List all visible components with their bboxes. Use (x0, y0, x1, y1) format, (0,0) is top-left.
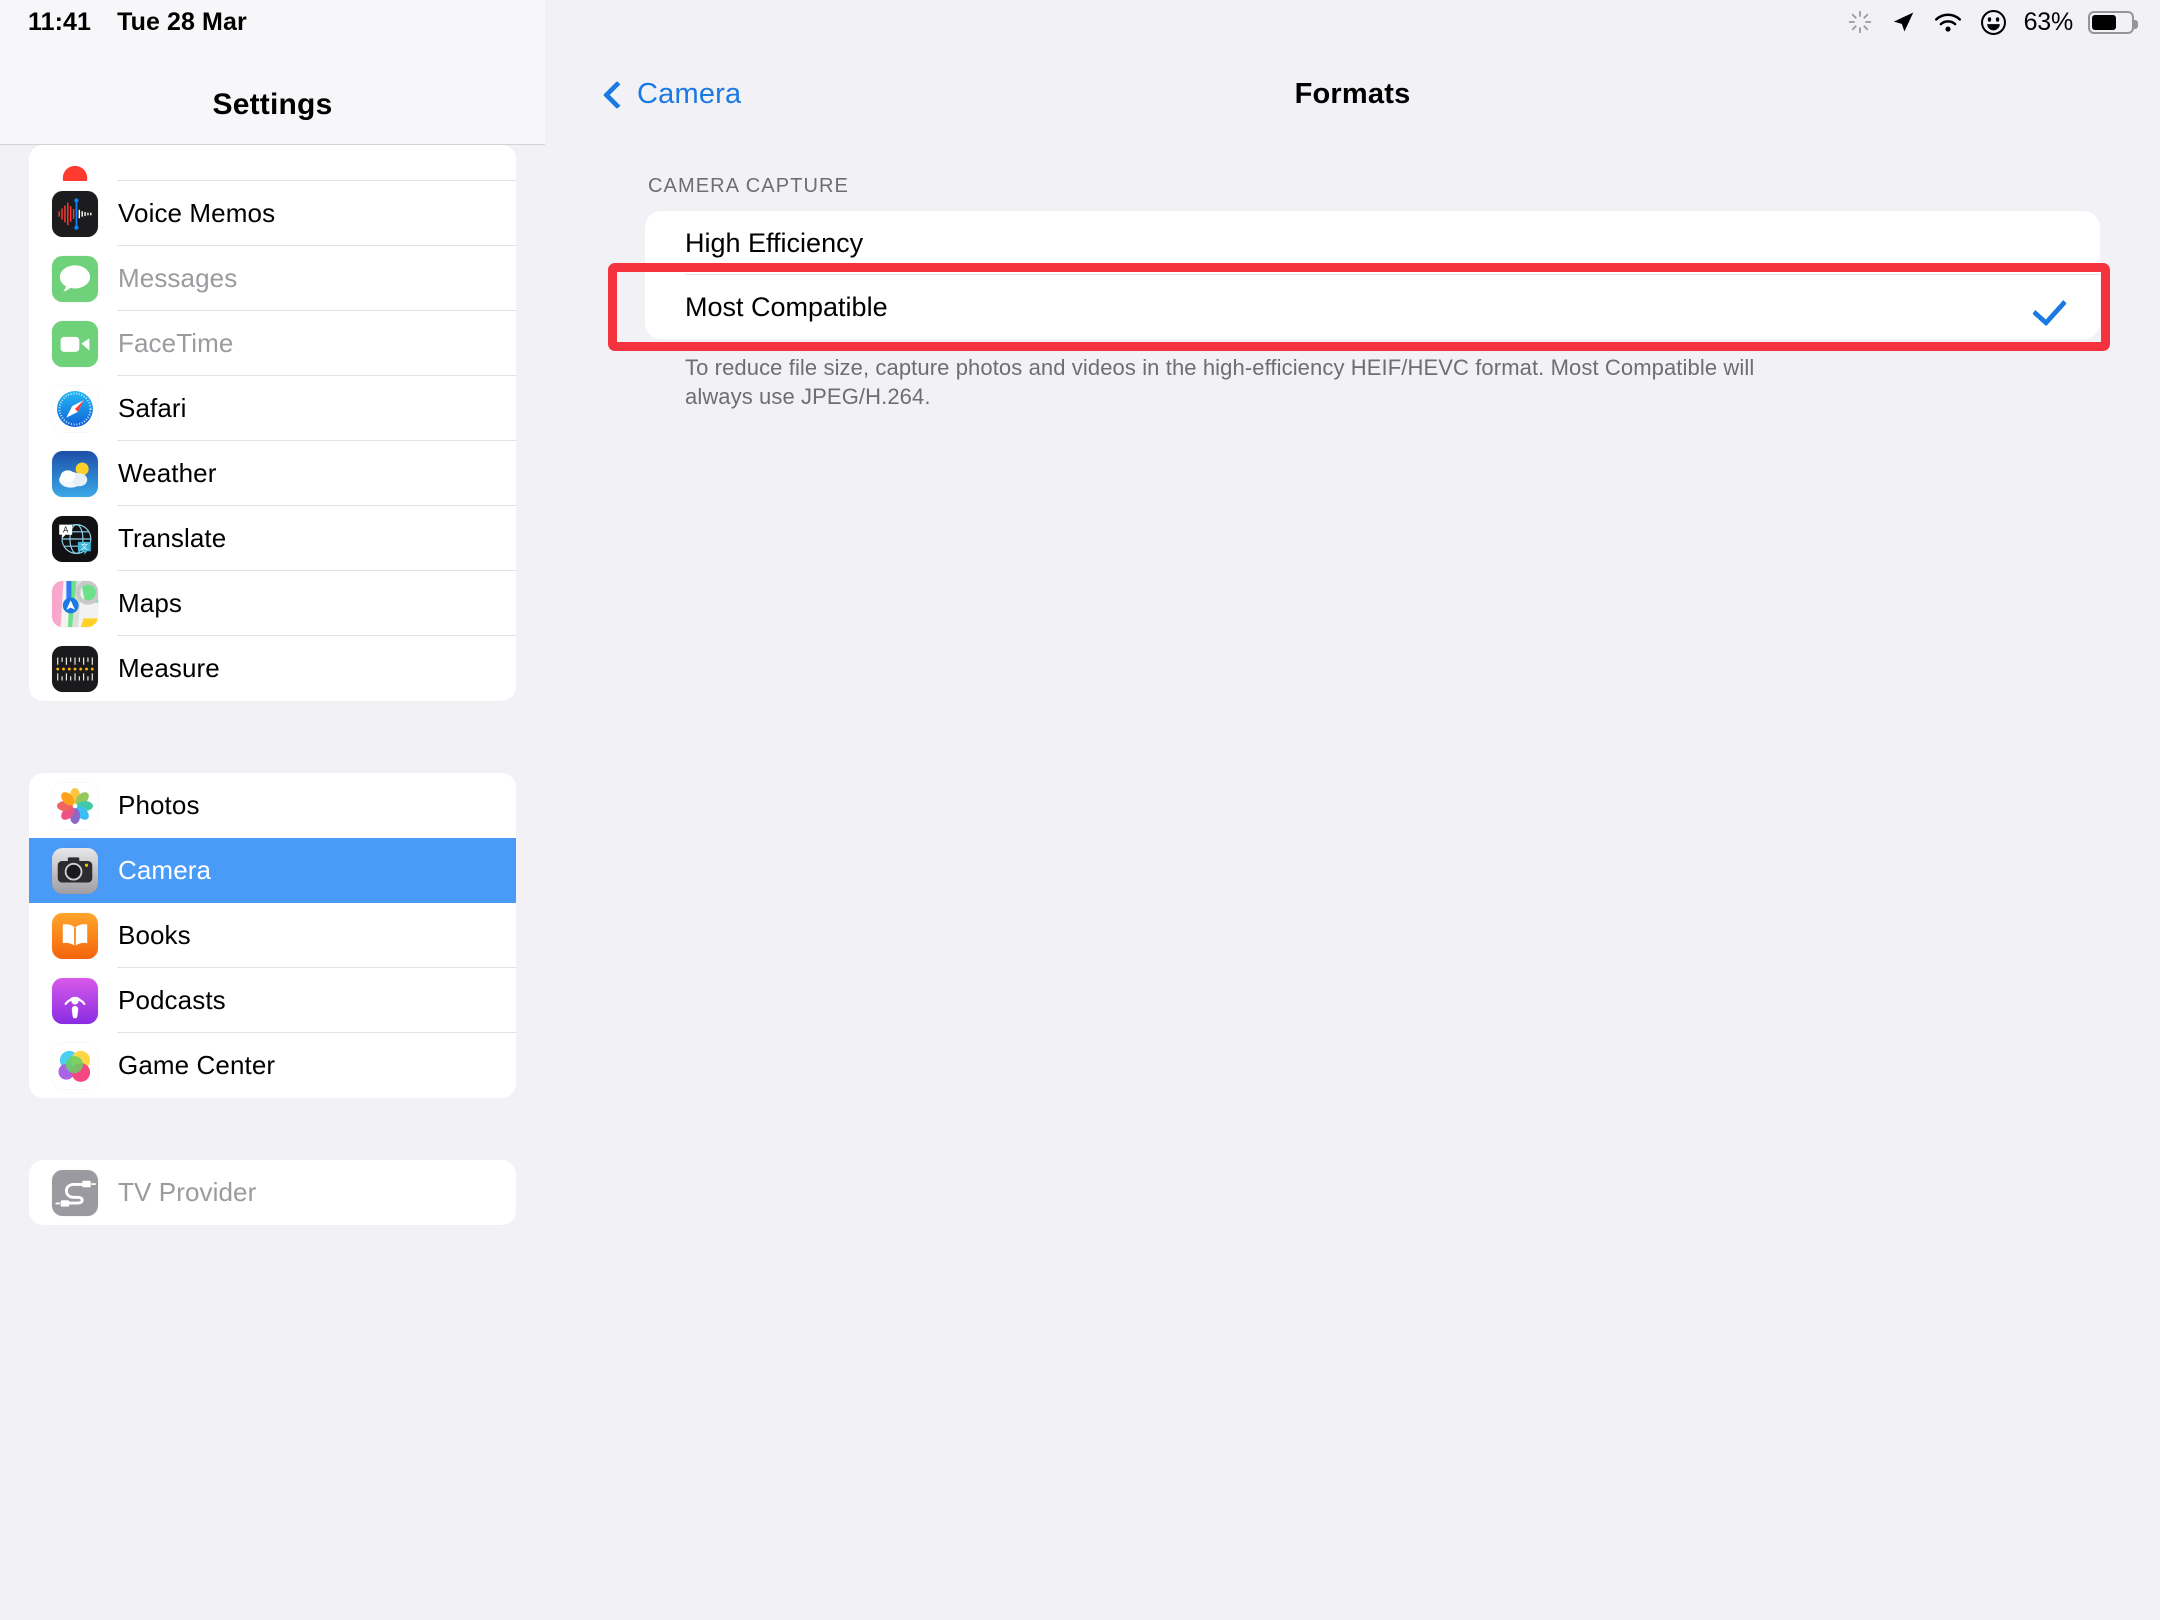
section-footnote: To reduce file size, capture photos and … (685, 355, 1755, 410)
game-center-icon (52, 1042, 98, 1089)
sidebar-item-podcasts[interactable]: Podcasts (29, 968, 516, 1033)
translate-icon: A文 (52, 515, 98, 562)
status-bar: 11:41 Tue 28 Mar 63% (0, 0, 2160, 44)
sidebar-item-label: Safari (118, 393, 187, 423)
maps-icon (52, 580, 98, 627)
sidebar-item-tv-provider[interactable]: TV Provider (29, 1160, 516, 1225)
wifi-icon (1933, 9, 1963, 35)
detail-header: Camera Formats (545, 44, 2160, 145)
sidebar-item-label: Maps (118, 588, 182, 618)
sidebar-item-safari[interactable]: Safari (29, 376, 516, 441)
back-button[interactable]: Camera (602, 78, 742, 111)
sidebar-group: Voice Memos Messages FaceTime Safari Weather… (29, 145, 516, 701)
sidebar-item-messages[interactable]: Messages (29, 246, 516, 311)
sidebar-item-label: Measure (118, 653, 220, 683)
sidebar-item-photos[interactable]: Photos (29, 773, 516, 838)
sidebar-item-label: FaceTime (118, 328, 234, 358)
sidebar-item-label: Photos (118, 790, 200, 820)
settings-sidebar: Settings Voice Memos Messages FaceTime Safa… (0, 0, 545, 1620)
sidebar-item-label: TV Provider (118, 1177, 257, 1207)
spinner-icon (1847, 9, 1873, 35)
sidebar-item-facetime[interactable]: FaceTime (29, 311, 516, 376)
svg-text:A: A (63, 525, 69, 534)
messages-icon (52, 255, 98, 302)
status-bar-right: 63% (1847, 7, 2138, 37)
location-arrow-icon (1890, 9, 1916, 35)
sidebar-item-voice-memos[interactable]: Voice Memos (29, 181, 516, 246)
chevron-left-icon (602, 80, 632, 110)
sidebar-item-label: Messages (118, 263, 238, 293)
section-header-camera-capture: CAMERA CAPTURE (648, 175, 849, 197)
tv-provider-icon (52, 1169, 98, 1216)
sidebar-group-list: Voice Memos Messages FaceTime Safari Weather… (0, 145, 545, 1225)
sidebar-item-books[interactable]: Books (29, 903, 516, 968)
sidebar-item-label: Game Center (118, 1050, 276, 1080)
svg-text:文: 文 (81, 542, 88, 551)
status-bar-date: Tue 28 Mar (117, 7, 247, 36)
back-button-label: Camera (637, 78, 742, 110)
option-high-efficiency[interactable]: High Efficiency (645, 211, 2100, 275)
battery-percent-label: 63% (2023, 7, 2074, 36)
status-bar-time: 11:41 (28, 7, 92, 36)
sidebar-item-translate[interactable]: A 文 Translate (29, 506, 516, 571)
sidebar-item-measure[interactable]: Measure (29, 636, 516, 701)
sidebar-item-label: Podcasts (118, 985, 226, 1015)
checkmark-icon (2036, 290, 2070, 324)
sidebar-partial-row-top[interactable] (29, 145, 516, 181)
books-icon (52, 912, 98, 959)
facetime-icon (52, 320, 98, 367)
detail-body: CAMERA CAPTURE High Efficiency Most Compa… (545, 145, 2160, 1620)
ipad-settings-screen: 11:41 Tue 28 Mar 63% Settings Voice Memo… (0, 0, 2160, 1620)
sidebar-title: Settings (212, 88, 333, 121)
voice-memos-icon (52, 190, 98, 237)
sidebar-item-label: Books (118, 920, 191, 950)
camera-capture-options-card: High Efficiency Most Compatible (645, 211, 2100, 339)
sidebar-item-label: Voice Memos (118, 198, 276, 228)
sidebar-group-spacer (29, 1098, 516, 1160)
podcasts-icon (52, 977, 98, 1024)
measure-icon (52, 645, 98, 692)
sidebar-item-maps[interactable]: Maps (29, 571, 516, 636)
partial-app-icon (52, 145, 98, 181)
sidebar-group-spacer (29, 701, 516, 773)
option-label: Most Compatible (685, 291, 888, 322)
sidebar-item-label: Camera (118, 855, 212, 885)
safari-icon (52, 385, 98, 432)
sidebar-item-game-center[interactable]: Game Center (29, 1033, 516, 1098)
split-view: Settings Voice Memos Messages FaceTime Safa… (0, 0, 2160, 1620)
page-title: Formats (1294, 78, 1411, 110)
camera-icon (52, 847, 98, 894)
weather-icon (52, 450, 98, 497)
sidebar-group: Photos Camera Books Podcasts Game Center (29, 773, 516, 1098)
photos-icon (52, 782, 98, 829)
option-label: High Efficiency (685, 227, 864, 258)
sidebar-item-camera[interactable]: Camera (29, 838, 516, 903)
option-most-compatible[interactable]: Most Compatible (645, 275, 2100, 339)
sidebar-group: TV Provider (29, 1160, 516, 1225)
sidebar-item-label: Weather (118, 458, 217, 488)
sidebar-item-label: Translate (118, 523, 227, 553)
sidebar-item-weather[interactable]: Weather (29, 441, 516, 506)
sidebar-scroll-area[interactable]: Voice Memos Messages FaceTime Safari Weather… (0, 44, 545, 1620)
smiley-face-icon (1980, 9, 2007, 36)
battery-icon (2088, 10, 2138, 34)
status-bar-left: 11:41 Tue 28 Mar (28, 8, 247, 37)
detail-pane: Camera Formats CAMERA CAPTURE High Effic… (545, 0, 2160, 1620)
